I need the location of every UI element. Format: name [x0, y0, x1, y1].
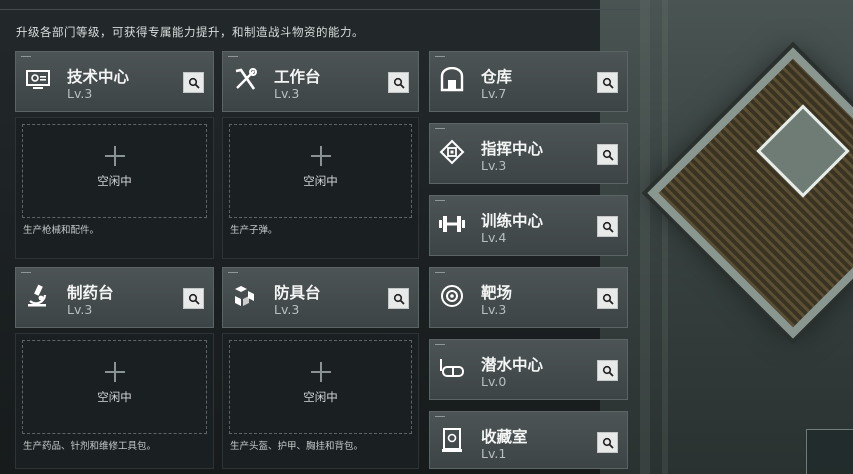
trophy-case-icon	[438, 426, 466, 454]
chip-icon	[438, 138, 466, 166]
dept-card-warehouse[interactable]: 仓库 Lv.7	[429, 51, 628, 112]
production-slot-pharmacy[interactable]: 空闲中 生产药品、针剂和维修工具包。	[15, 333, 214, 469]
dept-level: Lv.3	[67, 86, 93, 101]
dept-card-tech-center[interactable]: 技术中心 Lv.3	[15, 51, 214, 112]
slot-description: 生产枪械和配件。	[23, 225, 100, 236]
dept-card-collection-room[interactable]: 收藏室 Lv.1	[429, 411, 628, 469]
dept-name: 潜水中心	[481, 356, 544, 374]
top-divider	[0, 9, 640, 10]
dept-level: Lv.3	[481, 302, 507, 317]
warehouse-icon	[438, 66, 466, 94]
slot-status: 空闲中	[303, 174, 338, 188]
slot-description: 生产头盔、护甲、胸挂和背包。	[230, 441, 364, 452]
dept-name: 防具台	[274, 284, 321, 302]
dept-card-armor-bench[interactable]: 防具台 Lv.3	[222, 267, 419, 328]
dept-level: Lv.0	[481, 374, 507, 389]
slot-frame	[22, 340, 207, 434]
dept-name: 靶场	[481, 284, 513, 302]
search-icon[interactable]	[597, 288, 618, 309]
dept-level: Lv.3	[274, 302, 300, 317]
dept-card-shooting-range[interactable]: 靶场 Lv.3	[429, 267, 628, 328]
dept-level: Lv.3	[481, 158, 507, 173]
diving-goggles-icon	[438, 354, 466, 382]
microscope-icon	[24, 282, 52, 310]
page-subtitle: 升级各部门等级，可获得专属能力提升，和制造战斗物资的能力。	[16, 25, 364, 39]
slot-description: 生产子弹。	[230, 225, 278, 236]
background-pillar	[640, 0, 650, 474]
dept-level: Lv.4	[481, 230, 507, 245]
search-icon[interactable]	[388, 72, 409, 93]
slot-status: 空闲中	[97, 174, 132, 188]
production-slot-armor-bench[interactable]: 空闲中 生产头盔、护甲、胸挂和背包。	[222, 333, 419, 469]
production-slot-tech-center[interactable]: 空闲中 生产枪械和配件。	[15, 117, 214, 259]
search-icon[interactable]	[388, 288, 409, 309]
target-icon	[438, 282, 466, 310]
dumbbell-icon	[438, 210, 466, 238]
dept-name: 工作台	[274, 68, 321, 86]
search-icon[interactable]	[597, 432, 618, 453]
dept-level: Lv.1	[481, 446, 507, 461]
plus-icon	[310, 146, 331, 166]
production-slot-workbench[interactable]: 空闲中 生产子弹。	[222, 117, 419, 259]
dept-card-pharmacy[interactable]: 制药台 Lv.3	[15, 267, 214, 328]
search-icon[interactable]	[597, 216, 618, 237]
search-icon[interactable]	[183, 72, 204, 93]
corner-frame	[806, 429, 853, 474]
dept-level: Lv.7	[481, 86, 507, 101]
dept-name: 仓库	[481, 68, 513, 86]
search-icon[interactable]	[597, 360, 618, 381]
hammer-wrench-icon	[231, 66, 259, 94]
slot-frame	[22, 124, 207, 218]
slot-frame	[229, 340, 412, 434]
plus-icon	[310, 362, 331, 382]
dept-name: 收藏室	[481, 428, 528, 446]
dept-card-training-center[interactable]: 训练中心 Lv.4	[429, 195, 628, 256]
dept-name: 指挥中心	[481, 140, 544, 158]
dept-level: Lv.3	[67, 302, 93, 317]
dept-card-workbench[interactable]: 工作台 Lv.3	[222, 51, 419, 112]
plus-icon	[104, 146, 125, 166]
dept-name: 训练中心	[481, 212, 544, 230]
dept-card-command-center[interactable]: 指挥中心 Lv.3	[429, 123, 628, 184]
slot-frame	[229, 124, 412, 218]
armor-boxes-icon	[231, 282, 259, 310]
background-pillar	[662, 0, 668, 474]
search-icon[interactable]	[597, 144, 618, 165]
monitor-gear-icon	[24, 66, 52, 94]
dept-level: Lv.3	[274, 86, 300, 101]
plus-icon	[104, 362, 125, 382]
slot-description: 生产药品、针剂和维修工具包。	[23, 441, 157, 452]
dept-name: 制药台	[67, 284, 114, 302]
dept-name: 技术中心	[67, 68, 130, 86]
slot-status: 空闲中	[97, 390, 132, 404]
dept-card-diving-center[interactable]: 潜水中心 Lv.0	[429, 339, 628, 400]
slot-status: 空闲中	[303, 390, 338, 404]
search-icon[interactable]	[597, 72, 618, 93]
search-icon[interactable]	[183, 288, 204, 309]
